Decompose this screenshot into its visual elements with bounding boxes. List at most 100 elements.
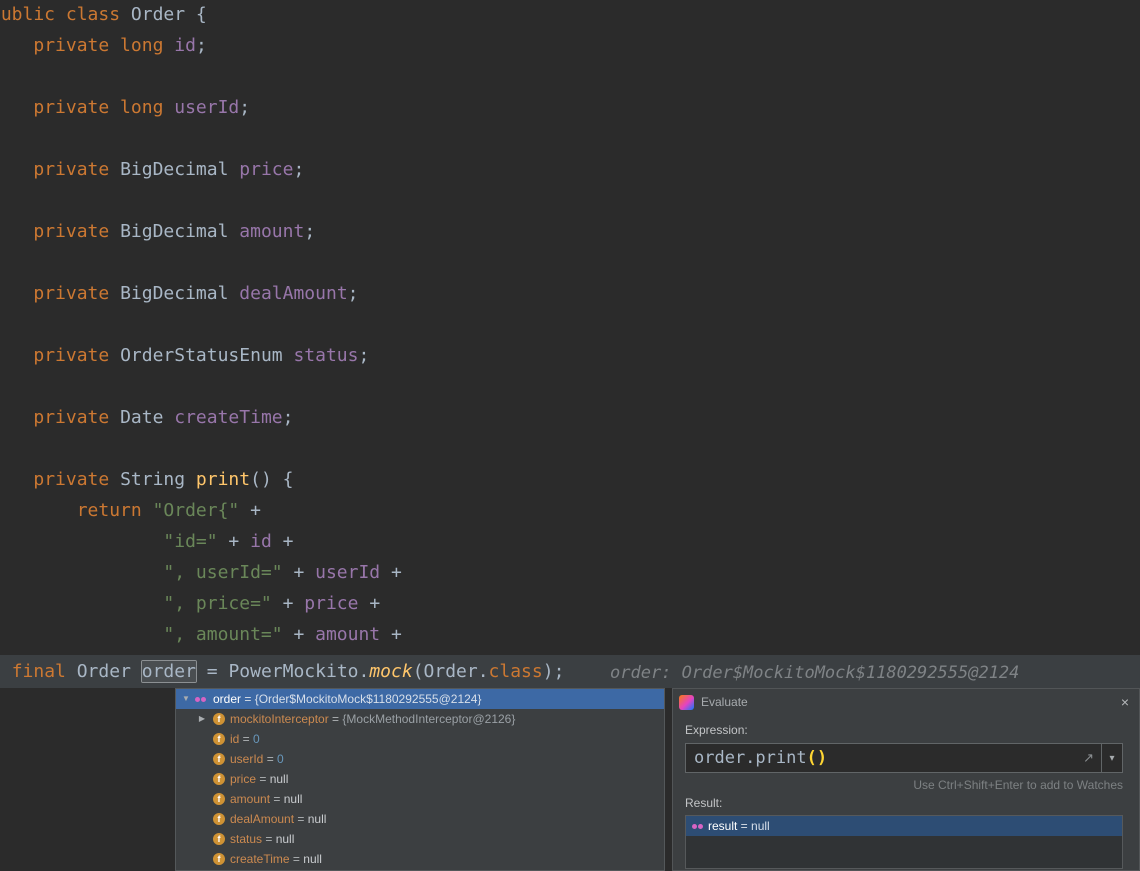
variable-name: status <box>230 832 263 846</box>
result-label: Result: <box>685 796 723 810</box>
variable-name: userId <box>230 752 264 766</box>
field-icon: f <box>213 793 225 805</box>
value-icon <box>195 693 206 705</box>
code-token: BigDecimal <box>120 283 240 304</box>
variable-value: null <box>307 812 327 826</box>
code-line: private long id; <box>0 35 207 57</box>
expression-input[interactable]: order.print() <box>686 748 1076 768</box>
code-token: ; <box>347 283 359 304</box>
code-token: userId <box>174 97 240 118</box>
code-token: (Order. <box>412 661 489 682</box>
variable-name: mockitoInterceptor <box>230 712 329 726</box>
field-icon: f <box>213 733 225 745</box>
code-line: private BigDecimal price; <box>0 159 304 181</box>
inline-debugger-hint: order: Order$MockitoMock$1180292555@2124 <box>610 663 1020 683</box>
field-icon: f <box>213 773 225 785</box>
variable-text: amount = null <box>230 789 302 809</box>
code-line: private long userId; <box>0 97 250 119</box>
variable-value: {MockMethodInterceptor@2126} <box>342 712 516 726</box>
code-token: private <box>33 159 121 180</box>
variable-text: mockitoInterceptor = {MockMethodIntercep… <box>230 709 515 729</box>
expression-history-dropdown[interactable]: ▾ <box>1101 744 1122 772</box>
result-value: null <box>751 819 770 833</box>
variable-row[interactable]: ▶ f mockitoInterceptor = {MockMethodInterc… <box>176 709 664 729</box>
expression-label: Expression: <box>685 723 748 737</box>
code-token: ; <box>195 35 207 56</box>
code-token: userId <box>315 562 391 583</box>
expand-editor-icon[interactable]: ↗ <box>1076 750 1101 766</box>
field-icon: f <box>213 853 225 865</box>
code-token: private long <box>33 97 175 118</box>
evaluate-window: Evaluate × Expression: order.print() ↗ ▾… <box>672 688 1140 871</box>
evaluate-body: Expression: order.print() ↗ ▾ Use Ctrl+S… <box>673 715 1139 869</box>
code-line: private OrderStatusEnum status; <box>0 345 369 367</box>
variable-row[interactable]: f dealAmount = null <box>176 809 664 829</box>
close-icon[interactable]: × <box>1121 694 1129 710</box>
code-token: private <box>33 469 121 490</box>
expression-combobox[interactable]: order.print() ↗ ▾ <box>685 743 1123 773</box>
variable-text: createTime = null <box>230 849 322 869</box>
variable-row[interactable]: f price = null <box>176 769 664 789</box>
equals-separator: = <box>256 772 270 786</box>
code-token: private <box>33 221 121 242</box>
variable-name: order <box>213 692 242 706</box>
variable-row[interactable]: f createTime = null <box>176 849 664 869</box>
code-token: price <box>304 593 370 614</box>
variable-value: null <box>275 832 295 846</box>
code-token: private long <box>33 35 175 56</box>
code-token: "Order{" <box>152 500 251 521</box>
code-token: "id=" <box>163 531 229 552</box>
equals-separator: = <box>263 752 278 766</box>
code-token: ", price=" <box>163 593 283 614</box>
variable-row[interactable]: f status = null <box>176 829 664 849</box>
execution-line: final Order order = PowerMockito.mock(Or… <box>0 655 1140 688</box>
variable-value: null <box>269 772 289 786</box>
variable-text: userId = 0 <box>230 749 284 769</box>
chevron-collapsed-icon[interactable]: ▶ <box>196 709 208 729</box>
variable-row[interactable]: f userId = 0 <box>176 749 664 769</box>
variable-name: createTime <box>230 852 290 866</box>
code-token: class <box>65 4 131 25</box>
equals-separator: = <box>328 712 343 726</box>
code-token: return <box>76 500 153 521</box>
code-token: class <box>488 661 543 682</box>
code-token: + <box>228 531 251 552</box>
code-editor: public class Order { private long id; pr… <box>0 0 1140 655</box>
code-token: + <box>250 500 261 521</box>
variable-value: null <box>283 792 303 806</box>
code-token: ; <box>282 407 294 428</box>
variable-name: amount <box>230 792 271 806</box>
equals-separator: = <box>294 812 308 826</box>
code-token: String <box>120 469 196 490</box>
variable-value: {Order$MockitoMock$1180292555@2124} <box>254 692 482 706</box>
code-token: final <box>11 661 77 682</box>
variable-name: id <box>230 732 240 746</box>
result-row[interactable]: result = null <box>686 816 1122 836</box>
code-token: Date <box>120 407 175 428</box>
code-token: + <box>282 531 294 552</box>
variable-row[interactable]: ▼ order = {Order$MockitoMock$1180292555@2… <box>176 689 664 709</box>
variable-row[interactable]: f id = 0 <box>176 729 664 749</box>
variable-value: 0 <box>277 752 284 766</box>
code-token: public <box>0 4 56 25</box>
chevron-expanded-icon[interactable]: ▼ <box>180 689 192 709</box>
code-line: private BigDecimal dealAmount; <box>0 283 359 305</box>
variable-value: null <box>303 852 322 866</box>
code-token: price <box>239 159 294 180</box>
code-token: { <box>195 4 207 25</box>
equals-separator: = <box>241 692 255 706</box>
code-token: BigDecimal <box>120 221 240 242</box>
code-line: private String print() { <box>0 469 293 491</box>
code-token: ", userId=" <box>163 562 294 583</box>
variables-list: ▼ order = {Order$MockitoMock$1180292555@2… <box>176 689 664 869</box>
evaluate-titlebar[interactable]: Evaluate × <box>673 689 1139 715</box>
code-token: Order <box>130 4 196 25</box>
variable-row[interactable]: f amount = null <box>176 789 664 809</box>
